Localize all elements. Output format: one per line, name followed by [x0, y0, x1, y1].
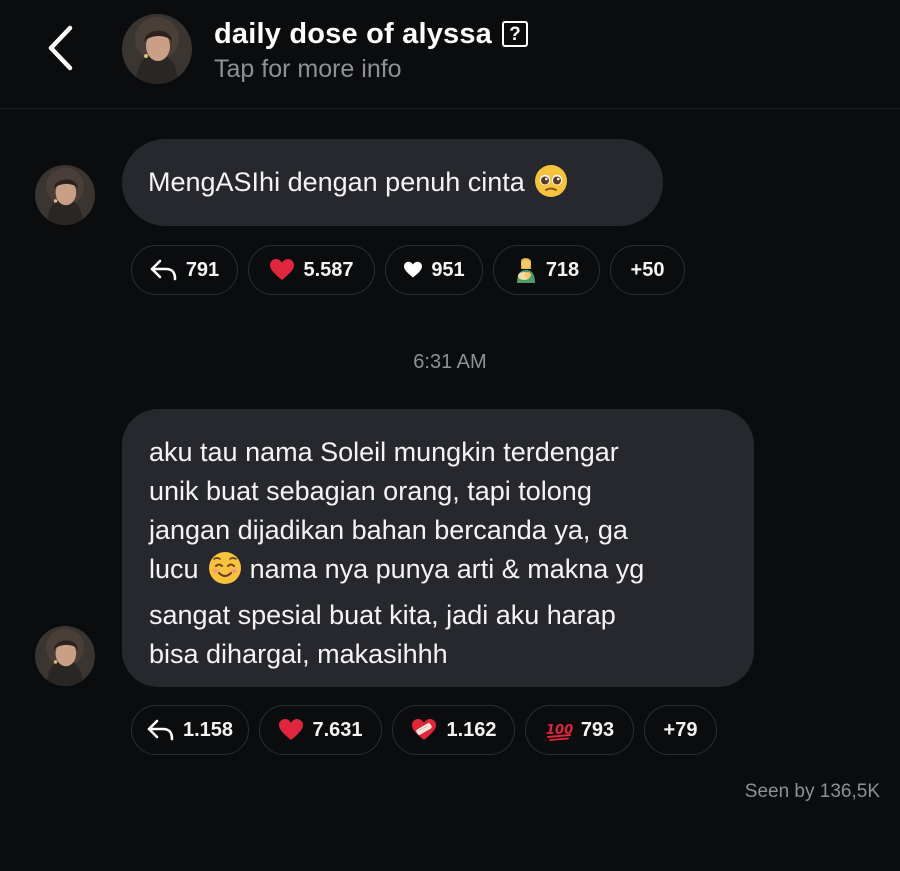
reply-icon [150, 259, 177, 281]
channel-avatar[interactable] [122, 14, 192, 84]
smiling-face-emoji-icon [208, 551, 242, 596]
reaction-count: 1.158 [182, 718, 234, 741]
breastfeeding-icon [516, 258, 535, 283]
reaction-more[interactable]: +50 [610, 245, 685, 295]
message-line: unik buat sebagian orang, tapi tolong [149, 476, 592, 506]
white-heart-icon [404, 261, 423, 278]
reaction-white-heart[interactable]: 951 [385, 245, 483, 295]
message-line: sangat spesial buat kita, jadi aku harap [149, 600, 616, 630]
sender-avatar[interactable] [35, 626, 95, 686]
reaction-more[interactable]: +79 [644, 705, 717, 755]
reaction-reply[interactable]: 791 [131, 245, 238, 295]
message-line: bisa dihargai, makasihhh [149, 639, 448, 669]
reaction-count: 7.631 [312, 718, 363, 741]
message-timestamp: 6:31 AM [413, 351, 487, 373]
back-button[interactable] [38, 22, 82, 74]
message-bubble[interactable]: MengASIhi dengan penuh cinta [122, 139, 663, 226]
red-heart-icon [279, 719, 304, 740]
reaction-count: 718 [545, 258, 580, 281]
message-line: nama nya punya arti & makna yg [249, 554, 645, 584]
mending-heart-icon [412, 719, 437, 740]
message-line-with-emoji: lucu nama nya punya arti & makna yg [149, 550, 728, 596]
channel-title-text: daily dose of alyssa [214, 17, 493, 50]
reaction-reply[interactable]: 1.158 [131, 705, 249, 755]
reaction-count: 791 [185, 258, 220, 281]
reaction-red-heart[interactable]: 5.587 [248, 245, 375, 295]
reaction-count: 5.587 [303, 258, 354, 281]
channel-subtitle[interactable]: Tap for more info [214, 55, 402, 84]
reaction-breastfeeding[interactable]: 718 [493, 245, 600, 295]
channel-title[interactable]: daily dose of alyssa ? [214, 14, 529, 54]
reaction-count: 951 [431, 258, 465, 281]
reply-icon [147, 719, 174, 741]
reaction-count: +50 [630, 258, 665, 281]
reaction-hundred-points[interactable]: 100 793 [525, 705, 634, 755]
message-line: aku tau nama Soleil mungkin terdengar [149, 437, 619, 467]
reaction-count: 793 [580, 718, 615, 741]
reaction-bar: 791 5.587 951 718 +50 [131, 245, 685, 295]
question-mark-icon: ? [502, 21, 529, 47]
hundred-points-icon: 100 [546, 723, 573, 741]
seen-count: Seen by 136,5K [744, 781, 880, 802]
reaction-count: +79 [663, 718, 698, 741]
chat-header: daily dose of alyssa ? Tap for more info [0, 0, 900, 109]
reaction-mending-heart[interactable]: 1.162 [392, 705, 515, 755]
message-line: jangan dijadikan bahan bercanda ya, ga [149, 515, 628, 545]
message-text: MengASIhi dengan penuh cinta [148, 167, 525, 197]
reaction-count: 1.162 [446, 718, 497, 741]
red-heart-icon [270, 259, 295, 280]
sender-avatar[interactable] [35, 165, 95, 225]
message-bubble[interactable]: aku tau nama Soleil mungkin terdengar un… [122, 409, 754, 687]
reaction-red-heart[interactable]: 7.631 [259, 705, 382, 755]
message-line: lucu [149, 554, 199, 584]
chevron-left-icon [48, 25, 73, 71]
reaction-bar: 1.158 7.631 1.162 100 793 +79 [131, 705, 717, 755]
pleading-face-emoji-icon [534, 164, 568, 209]
